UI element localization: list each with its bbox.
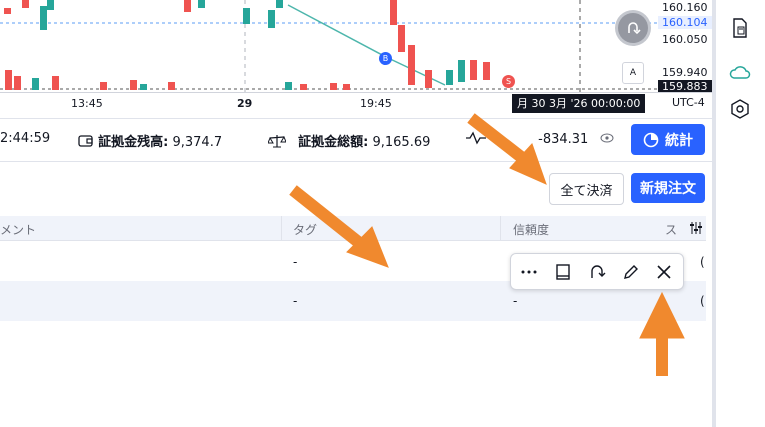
close-icon bbox=[657, 265, 671, 279]
positions-table-header: メント タグ 信頼度 ス bbox=[0, 216, 706, 241]
column-header-partial[interactable]: ス bbox=[665, 221, 677, 238]
candle bbox=[458, 60, 465, 82]
more-icon bbox=[521, 270, 537, 274]
cell-extra: ( bbox=[700, 294, 705, 308]
candle bbox=[198, 0, 205, 8]
book-icon bbox=[556, 264, 570, 280]
total-margin: 証拠金総額: 9,165.69 bbox=[267, 131, 431, 150]
close-position-button[interactable] bbox=[652, 260, 676, 284]
total-margin-value: 9,165.69 bbox=[372, 135, 431, 150]
right-sidebar bbox=[712, 0, 765, 427]
candle bbox=[52, 76, 59, 90]
candle bbox=[330, 83, 337, 90]
column-header-comment[interactable]: メント bbox=[0, 221, 36, 238]
price-label: 159.940 bbox=[662, 66, 708, 79]
time-fragment: 2:44:59 bbox=[0, 131, 51, 146]
reverse-button[interactable] bbox=[585, 260, 609, 284]
candle bbox=[184, 0, 191, 12]
wave-icon bbox=[466, 131, 486, 145]
candle bbox=[300, 84, 307, 90]
candle bbox=[168, 82, 175, 90]
candle bbox=[276, 0, 283, 8]
candle bbox=[47, 0, 54, 10]
current-price-label: 160.104 bbox=[658, 16, 712, 29]
column-divider[interactable] bbox=[281, 216, 282, 240]
pie-chart-icon bbox=[643, 132, 659, 147]
candle bbox=[470, 60, 477, 80]
stats-button[interactable]: 統計 bbox=[631, 124, 705, 155]
close-all-button[interactable]: 全て決済 bbox=[549, 173, 624, 205]
row-action-toolbar bbox=[510, 253, 684, 290]
candle bbox=[130, 80, 137, 90]
buy-marker[interactable]: B bbox=[379, 52, 392, 65]
scale-icon bbox=[267, 135, 287, 148]
candle bbox=[390, 0, 397, 25]
candle bbox=[32, 78, 39, 90]
time-label: 13:45 bbox=[71, 97, 103, 110]
margin-balance-label: 証拠金残高: bbox=[98, 135, 169, 150]
price-label: 160.050 bbox=[662, 33, 708, 46]
pnl: -834.31 bbox=[465, 131, 614, 147]
total-margin-label: 証拠金総額: bbox=[298, 135, 369, 150]
crosshair-date-label: 月 30 3月 '26 00:00:00 bbox=[512, 94, 646, 113]
price-label: 160.160 bbox=[662, 1, 708, 14]
price-chart[interactable]: B S A bbox=[0, 0, 712, 92]
candle bbox=[398, 25, 405, 52]
calculator-doc-icon[interactable] bbox=[729, 17, 751, 39]
candle bbox=[140, 84, 147, 90]
candle bbox=[4, 8, 11, 14]
candle bbox=[100, 82, 107, 90]
cell-extra: ( bbox=[700, 255, 705, 269]
cell-tag: - bbox=[293, 294, 298, 308]
candle bbox=[268, 10, 275, 28]
reverse-arc-icon bbox=[591, 265, 606, 278]
auto-scale-icon: A bbox=[629, 68, 637, 78]
account-summary-bar: 2:44:59 証拠金残高: 9,374.7 証拠金総額: 9,165.69 -… bbox=[0, 118, 712, 162]
hexagon-settings-icon[interactable] bbox=[729, 98, 751, 120]
candle bbox=[408, 45, 415, 85]
column-header-tag[interactable]: タグ bbox=[293, 221, 317, 238]
candle bbox=[14, 76, 21, 90]
column-divider[interactable] bbox=[500, 216, 501, 240]
edit-button[interactable] bbox=[619, 260, 643, 284]
candle bbox=[243, 8, 250, 24]
candle bbox=[343, 84, 350, 90]
candle bbox=[446, 70, 453, 85]
cloud-icon[interactable] bbox=[729, 62, 751, 84]
new-order-button[interactable]: 新規注文 bbox=[631, 173, 705, 203]
cell-tag: - bbox=[293, 255, 298, 269]
sell-marker[interactable]: S bbox=[502, 75, 515, 88]
candle bbox=[5, 70, 12, 90]
candle bbox=[285, 82, 292, 90]
margin-balance-value: 9,374.7 bbox=[172, 135, 223, 150]
pencil-icon bbox=[624, 265, 638, 279]
column-settings-icon[interactable] bbox=[690, 221, 702, 235]
cell-confidence: - bbox=[513, 294, 518, 308]
eye-icon[interactable] bbox=[600, 133, 614, 143]
column-header-confidence[interactable]: 信頼度 bbox=[513, 221, 549, 238]
magnet-inner bbox=[618, 13, 648, 43]
candle bbox=[483, 62, 490, 80]
margin-balance: 証拠金残高: 9,374.7 bbox=[78, 131, 222, 150]
candle bbox=[40, 6, 47, 30]
candle bbox=[425, 70, 432, 88]
more-button[interactable] bbox=[517, 260, 541, 284]
stats-button-label: 統計 bbox=[665, 132, 693, 149]
time-label: 19:45 bbox=[360, 97, 392, 110]
time-label: 29 bbox=[237, 97, 253, 110]
book-button[interactable] bbox=[551, 260, 575, 284]
wallet-icon bbox=[78, 135, 93, 147]
pnl-value: -834.31 bbox=[538, 132, 589, 147]
undo-arc-icon bbox=[628, 22, 641, 35]
candle bbox=[22, 0, 29, 8]
auto-scale-button[interactable]: A bbox=[622, 62, 644, 84]
magnet-button[interactable] bbox=[615, 10, 651, 46]
